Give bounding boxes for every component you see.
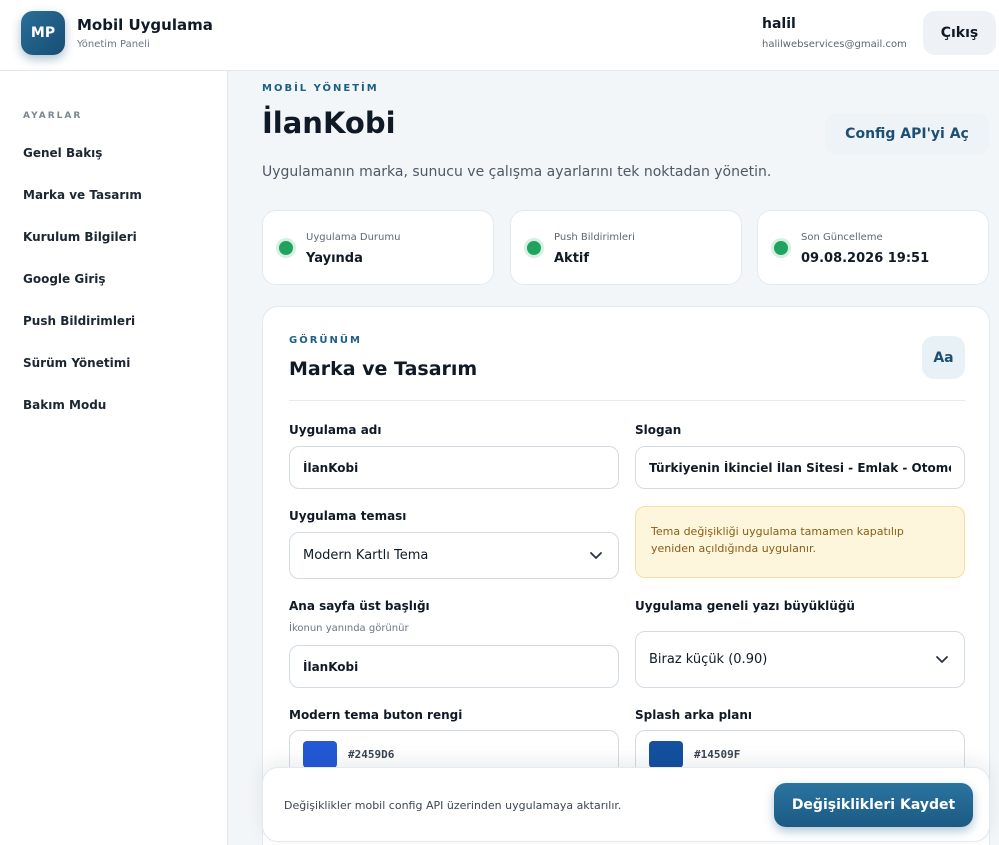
- theme-select-value: Modern Kartlı Tema: [303, 548, 429, 563]
- logout-button[interactable]: Çıkış: [923, 11, 996, 55]
- stat-value: Aktif: [554, 251, 590, 266]
- color-hex-value: #14509F: [694, 748, 741, 761]
- sidebar-item-genel-bakis[interactable]: Genel Bakış: [23, 146, 102, 160]
- stat-card-last-update: Son Güncelleme 09.08.2026 19:51: [757, 210, 989, 285]
- sidebar-section-label: AYARLAR: [23, 111, 83, 121]
- page-description: Uygulamanın marka, sunucu ve çalışma aya…: [262, 164, 772, 180]
- brand-design-card: GÖRÜNÜM Marka ve Tasarım Aa Uygulama adı…: [262, 306, 990, 845]
- open-config-api-button[interactable]: Config API'yi Aç: [825, 113, 989, 155]
- font-size-label: Uygulama geneli yazı büyüklüğü: [635, 599, 855, 613]
- sidebar-item-push-bildirimleri[interactable]: Push Bildirimleri: [23, 314, 135, 328]
- color-hex-value: #2459D6: [348, 748, 395, 761]
- status-dot-icon: [279, 241, 293, 255]
- stat-label: Uygulama Durumu: [306, 232, 401, 243]
- status-dot-icon: [774, 241, 788, 255]
- app-title: Mobil Uygulama: [77, 16, 213, 34]
- font-size-select-value: Biraz küçük (0.90): [649, 652, 768, 667]
- button-color-label: Modern tema buton rengi: [289, 708, 463, 722]
- header-title-label: Ana sayfa üst başlığı: [289, 599, 430, 613]
- theme-label: Uygulama teması: [289, 509, 407, 523]
- card-title: Marka ve Tasarım: [289, 358, 478, 380]
- sidebar-item-google-giris[interactable]: Google Giriş: [23, 272, 106, 286]
- theme-select[interactable]: Modern Kartlı Tema: [289, 532, 619, 579]
- sidebar-item-surum-yonetimi[interactable]: Sürüm Yönetimi: [23, 356, 130, 370]
- sidebar-item-bakim-modu[interactable]: Bakım Modu: [23, 398, 106, 412]
- app-subtitle: Yönetim Paneli: [77, 39, 150, 50]
- status-dot-icon: [527, 241, 541, 255]
- theme-notice-text: Tema değişikliği uygulama tamamen kapatı…: [651, 525, 904, 555]
- sidebar-item-kurulum-bilgileri[interactable]: Kurulum Bilgileri: [23, 230, 137, 244]
- sidebar-item-marka-ve-tasarim[interactable]: Marka ve Tasarım: [23, 188, 142, 202]
- stat-card-push: Push Bildirimleri Aktif: [510, 210, 742, 285]
- stat-label: Push Bildirimleri: [554, 232, 635, 243]
- slogan-input[interactable]: [635, 446, 965, 489]
- card-divider: [289, 400, 965, 401]
- chevron-down-icon: [590, 552, 602, 559]
- stat-card-app-status: Uygulama Durumu Yayında: [262, 210, 494, 285]
- splash-bg-label: Splash arka planı: [635, 708, 753, 722]
- chevron-down-icon: [936, 656, 948, 663]
- theme-notice: Tema değişikliği uygulama tamamen kapatı…: [635, 506, 965, 578]
- user-email: halilwebservices@gmail.com: [762, 39, 907, 50]
- app-name-label: Uygulama adı: [289, 423, 382, 437]
- save-changes-button[interactable]: Değişiklikleri Kaydet: [774, 783, 973, 827]
- stat-label: Son Güncelleme: [801, 232, 883, 243]
- card-eyebrow: GÖRÜNÜM: [289, 335, 362, 346]
- font-size-select[interactable]: Biraz küçük (0.90): [635, 631, 965, 688]
- typography-icon: Aa: [922, 336, 965, 379]
- user-name: halil: [762, 16, 796, 32]
- page-title: İlanKobi: [262, 106, 396, 140]
- stat-value: 09.08.2026 19:51: [801, 251, 930, 266]
- app-logo: MP: [21, 11, 65, 55]
- sidebar: AYARLAR Genel Bakış Marka ve Tasarım Kur…: [0, 71, 228, 845]
- color-swatch[interactable]: [649, 741, 683, 768]
- top-bar: MP Mobil Uygulama Yönetim Paneli halil h…: [0, 0, 999, 71]
- stat-value: Yayında: [306, 251, 363, 266]
- app-name-input[interactable]: [289, 446, 619, 489]
- header-title-hint: İkonun yanında görünür: [289, 623, 409, 634]
- save-bar-note: Değişiklikler mobil config API üzerinden…: [284, 799, 622, 812]
- save-bar: Değişiklikler mobil config API üzerinden…: [262, 767, 990, 842]
- color-swatch[interactable]: [303, 741, 337, 768]
- page-eyebrow: MOBİL YÖNETİM: [262, 83, 379, 94]
- slogan-label: Slogan: [635, 423, 682, 437]
- header-title-input[interactable]: [289, 645, 619, 688]
